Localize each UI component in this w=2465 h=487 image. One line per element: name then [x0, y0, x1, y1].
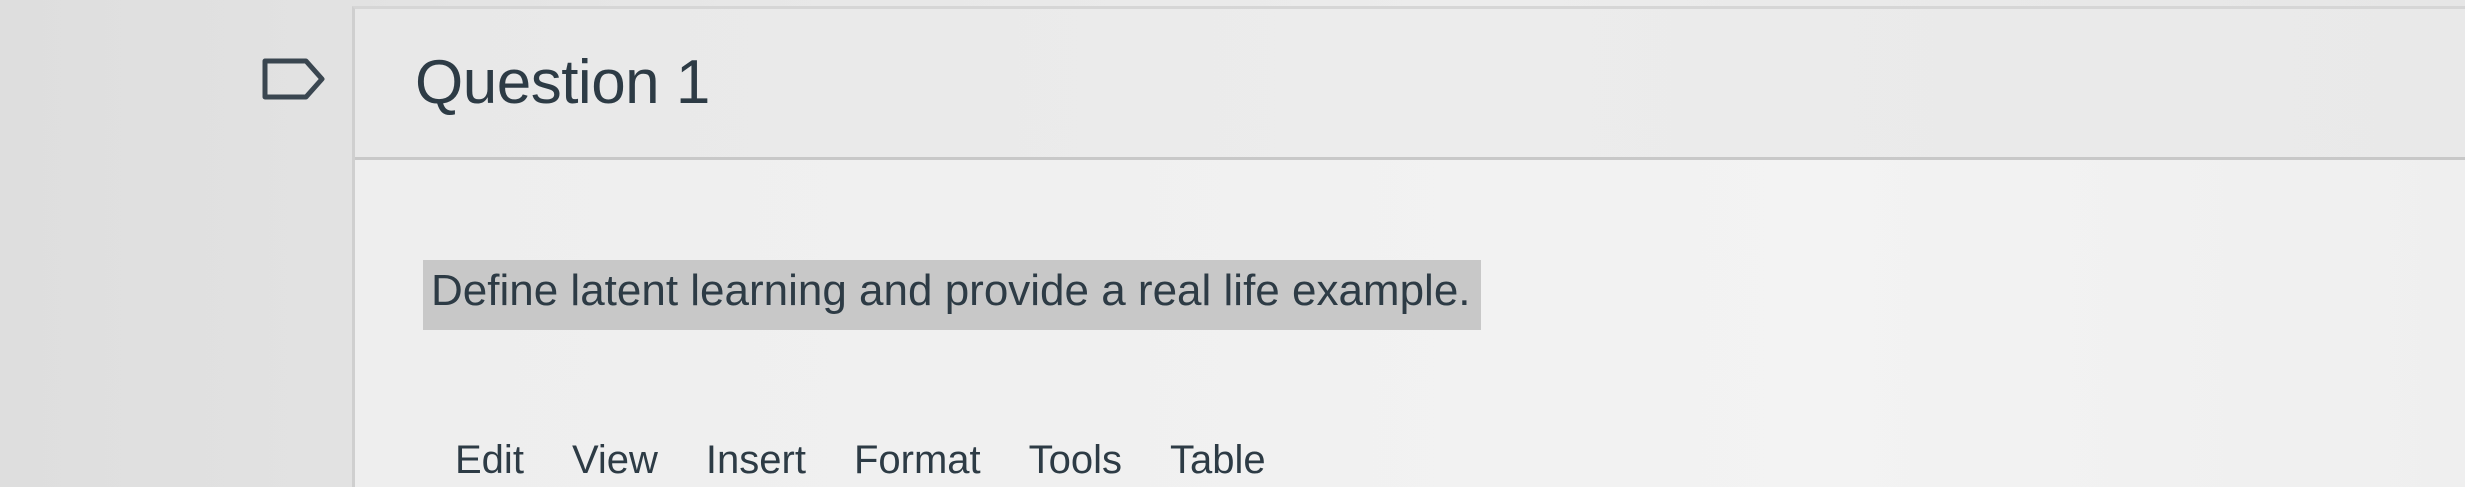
menu-format[interactable]: Format	[854, 438, 981, 483]
question-title: Question 1	[415, 48, 710, 117]
question-prompt: Define latent learning and provide a rea…	[423, 260, 1481, 330]
menu-tools[interactable]: Tools	[1029, 438, 1122, 483]
question-header: Question 1	[355, 9, 2465, 160]
menu-view[interactable]: View	[572, 438, 658, 483]
menu-table[interactable]: Table	[1170, 438, 1266, 483]
question-card: Question 1 Define latent learning and pr…	[352, 6, 2465, 487]
menu-edit[interactable]: Edit	[455, 438, 524, 483]
menu-insert[interactable]: Insert	[706, 438, 806, 483]
flag-question-icon[interactable]	[262, 58, 326, 100]
question-body: Define latent learning and provide a rea…	[355, 160, 2465, 487]
editor-menu-bar: Edit View Insert Format Tools Table	[455, 438, 1314, 483]
quiz-page: Question 1 Define latent learning and pr…	[0, 0, 2465, 487]
